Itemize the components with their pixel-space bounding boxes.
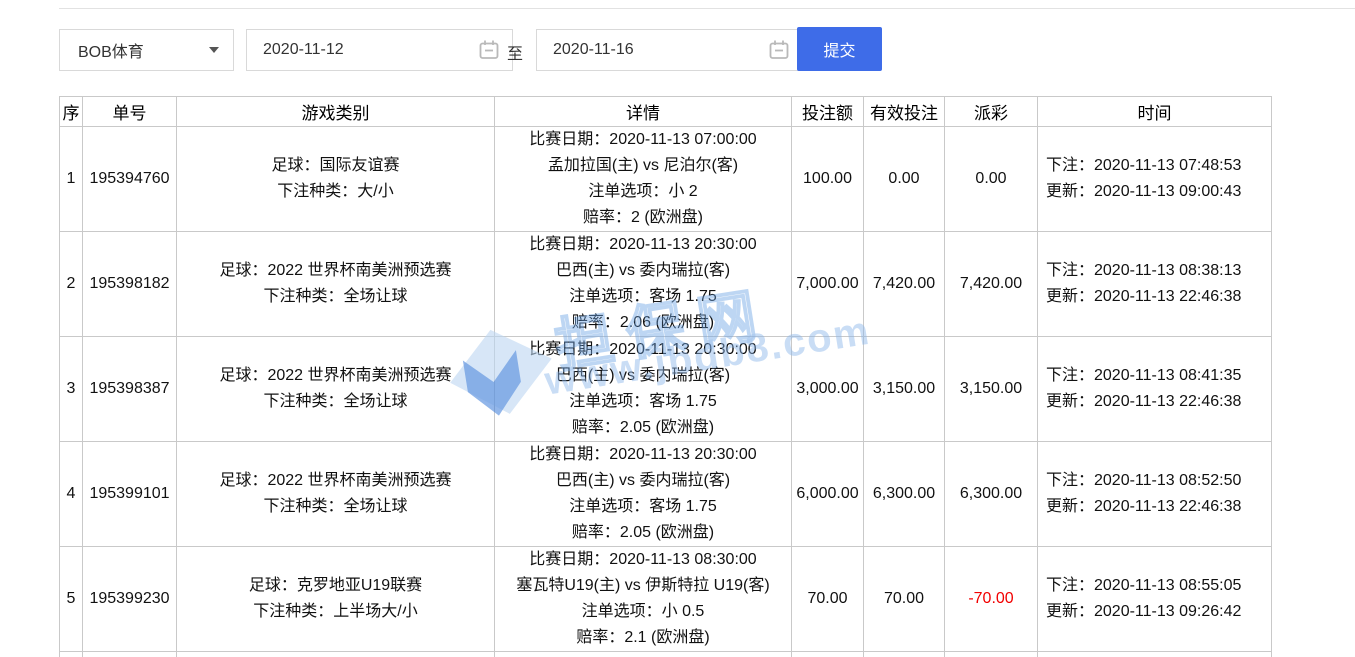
platform-select[interactable]: BOB体育 [59,29,234,71]
cell-category: 足球：2022 世界杯南美洲预选赛下注种类：全场让球 [177,442,495,547]
cell-details: 比赛日期：2020-11-13 20:30:00巴西(主) vs 委内瑞拉(客)… [495,232,792,337]
cell-time: 下注：2020-11-13 08:38:13更新：2020-11-13 22:4… [1038,232,1272,337]
column-header-bet_amount: 投注额 [792,97,864,127]
cell-bet-amount: 100.00 [792,127,864,232]
platform-select-value: BOB体育 [60,38,144,62]
date-from-input[interactable]: 2020-11-12 [246,29,513,71]
cell-payout: 0.00 [945,127,1038,232]
cell-payout [945,652,1038,657]
column-header-details: 详情 [495,97,792,127]
cell-payout: 7,420.00 [945,232,1038,337]
cell-order-no: 195398182 [83,232,177,337]
column-header-time: 时间 [1038,97,1272,127]
betting-records-page: BOB体育 2020-11-12 至 2020-11-16 提交 [0,0,1355,657]
cell-valid-bet [864,652,945,657]
cell-bet-amount: 6,000.00 [792,442,864,547]
cell-details: 比赛日期：2020-11-13 20:30:00巴西(主) vs 委内瑞拉(客)… [495,337,792,442]
cell-valid-bet: 6,300.00 [864,442,945,547]
cell-details: 比赛日期：2020-11-13 08:30:00塞瓦特U19(主) vs 伊斯特… [495,547,792,652]
cell-time: 下注：2020-11-13 08:55:05更新：2020-11-13 09:2… [1038,547,1272,652]
column-header-seq: 序 [60,97,83,127]
cell-payout: 6,300.00 [945,442,1038,547]
column-header-payout: 派彩 [945,97,1038,127]
cell-time [1038,652,1272,657]
calendar-icon[interactable] [478,39,500,61]
cell-category: 足球：克罗地亚U19联赛下注种类：上半场大/小 [177,547,495,652]
chevron-down-icon [209,47,219,53]
cell-valid-bet: 70.00 [864,547,945,652]
cell-seq: 4 [60,442,83,547]
submit-button[interactable]: 提交 [797,27,882,71]
cell-time: 下注：2020-11-13 07:48:53更新：2020-11-13 09:0… [1038,127,1272,232]
table-row: 比赛日期： [60,652,1272,657]
column-header-order_no: 单号 [83,97,177,127]
top-divider [59,8,1355,9]
cell-seq: 5 [60,547,83,652]
cell-seq: 2 [60,232,83,337]
date-to-value: 2020-11-16 [553,41,634,59]
cell-order-no: 195394760 [83,127,177,232]
cell-payout: 3,150.00 [945,337,1038,442]
cell-details: 比赛日期：2020-11-13 07:00:00孟加拉国(主) vs 尼泊尔(客… [495,127,792,232]
table-row: 1195394760足球：国际友谊赛下注种类：大/小比赛日期：2020-11-1… [60,127,1272,232]
column-header-valid_bet: 有效投注 [864,97,945,127]
cell-time: 下注：2020-11-13 08:52:50更新：2020-11-13 22:4… [1038,442,1272,547]
cell-order-no: 195399101 [83,442,177,547]
cell-bet-amount: 7,000.00 [792,232,864,337]
cell-order-no [83,652,177,657]
cell-bet-amount: 3,000.00 [792,337,864,442]
cell-payout: -70.00 [945,547,1038,652]
cell-time: 下注：2020-11-13 08:41:35更新：2020-11-13 22:4… [1038,337,1272,442]
column-header-category: 游戏类别 [177,97,495,127]
table-row: 2195398182足球：2022 世界杯南美洲预选赛下注种类：全场让球比赛日期… [60,232,1272,337]
date-from-value: 2020-11-12 [263,41,344,59]
bet-records-table: 序单号游戏类别详情投注额有效投注派彩时间 1195394760足球：国际友谊赛下… [59,96,1272,657]
table-header-row: 序单号游戏类别详情投注额有效投注派彩时间 [60,97,1272,127]
date-range-to-label: 至 [507,40,523,64]
cell-valid-bet: 3,150.00 [864,337,945,442]
cell-category: 足球：2022 世界杯南美洲预选赛下注种类：全场让球 [177,337,495,442]
cell-seq: 1 [60,127,83,232]
cell-category: 足球：国际友谊赛下注种类：大/小 [177,127,495,232]
table-row: 4195399101足球：2022 世界杯南美洲预选赛下注种类：全场让球比赛日期… [60,442,1272,547]
cell-category: 足球：2022 世界杯南美洲预选赛下注种类：全场让球 [177,232,495,337]
table-row: 3195398387足球：2022 世界杯南美洲预选赛下注种类：全场让球比赛日期… [60,337,1272,442]
calendar-icon[interactable] [768,39,790,61]
cell-order-no: 195399230 [83,547,177,652]
cell-bet-amount: 70.00 [792,547,864,652]
cell-valid-bet: 0.00 [864,127,945,232]
cell-seq [60,652,83,657]
cell-valid-bet: 7,420.00 [864,232,945,337]
table-row: 5195399230足球：克罗地亚U19联赛下注种类：上半场大/小比赛日期：20… [60,547,1272,652]
date-to-input[interactable]: 2020-11-16 [536,29,803,71]
cell-order-no: 195398387 [83,337,177,442]
cell-details: 比赛日期：2020-11-13 20:30:00巴西(主) vs 委内瑞拉(客)… [495,442,792,547]
cell-seq: 3 [60,337,83,442]
cell-details: 比赛日期： [495,652,792,657]
cell-bet-amount [792,652,864,657]
cell-category [177,652,495,657]
